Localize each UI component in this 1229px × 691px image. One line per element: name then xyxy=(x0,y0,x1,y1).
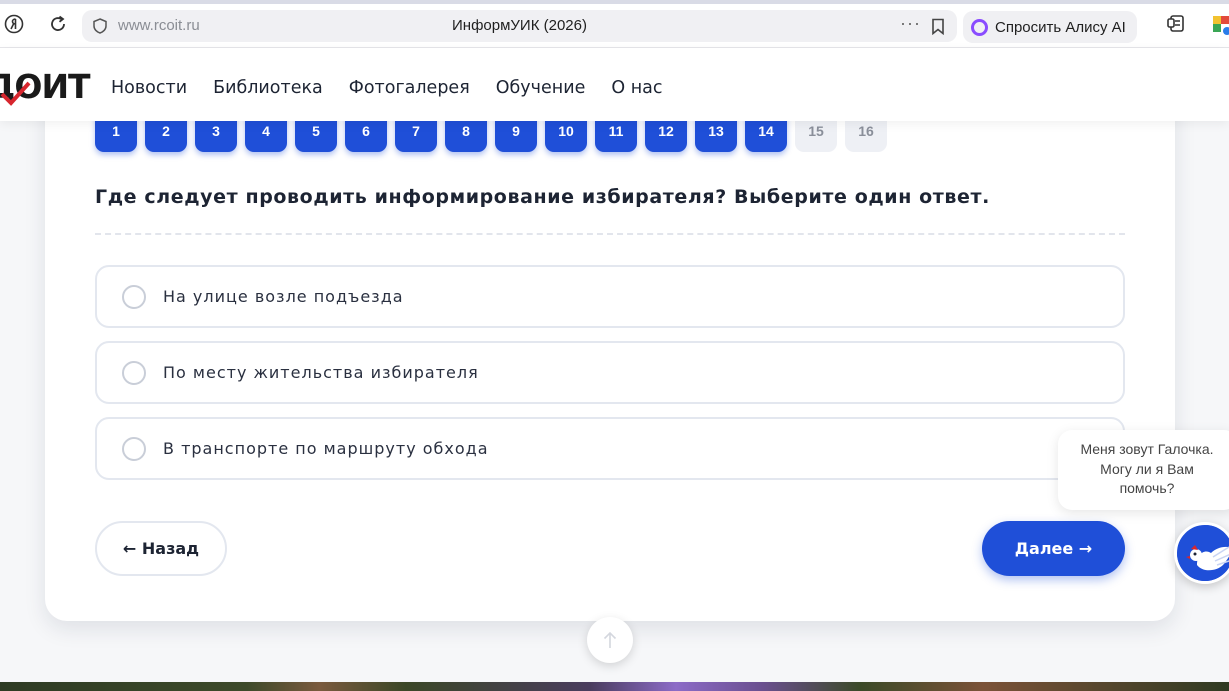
browser-toolbar: www.rcoit.ru ИнформУИК (2026) ··· Спроси… xyxy=(0,0,1229,48)
more-icon[interactable]: ··· xyxy=(900,13,921,34)
assistant-message-line: Могу ли я Вам xyxy=(1100,460,1194,477)
arrow-up-icon xyxy=(603,631,617,648)
answer-option[interactable]: По месту жительства избирателя xyxy=(95,341,1125,404)
nav-item-news[interactable]: Новости xyxy=(111,78,187,98)
back-button[interactable]: ← Назад xyxy=(95,521,227,576)
assistant-message-line: Меня зовут Галочка. xyxy=(1080,441,1214,457)
site-header: ДОИТ Новости Библиотека Фотогалерея Обуч… xyxy=(0,48,1229,121)
answer-option-label: На улице возле подъезда xyxy=(163,287,404,306)
ask-alice-button[interactable]: Спросить Алису AI xyxy=(963,11,1137,43)
bookmark-icon[interactable] xyxy=(930,18,946,35)
main-nav: Новости Библиотека Фотогалерея Обучение … xyxy=(111,78,688,98)
next-button[interactable]: Далее → xyxy=(982,521,1125,576)
address-bar[interactable]: www.rcoit.ru ИнформУИК (2026) ··· xyxy=(82,10,957,42)
nav-item-gallery[interactable]: Фотогалерея xyxy=(349,78,470,98)
answer-option-label: По месту жительства избирателя xyxy=(163,363,479,382)
extension-icon[interactable] xyxy=(1209,12,1229,36)
alice-icon xyxy=(971,18,988,36)
reload-icon[interactable] xyxy=(46,12,70,36)
answer-option-label: В транспорте по маршруту обхода xyxy=(163,439,489,458)
question-text: Где следует проводить информирование изб… xyxy=(95,186,990,208)
bird-mascot-icon xyxy=(1177,525,1229,581)
nav-item-library[interactable]: Библиотека xyxy=(213,78,323,98)
radio-button[interactable] xyxy=(122,437,146,461)
tab-title: ИнформУИК (2026) xyxy=(452,17,587,34)
quiz-card: 1 2 3 4 5 6 7 8 9 10 11 12 13 14 15 16 Г… xyxy=(45,80,1175,621)
nav-item-training[interactable]: Обучение xyxy=(496,78,586,98)
assistant-message: Меня зовут Галочка. Могу ли я Вам помочь… xyxy=(1058,430,1229,510)
yandex-icon[interactable] xyxy=(2,12,26,36)
scroll-top-button[interactable] xyxy=(587,617,633,663)
radio-button[interactable] xyxy=(122,285,146,309)
collections-icon[interactable] xyxy=(1165,12,1189,36)
answer-option[interactable]: На улице возле подъезда xyxy=(95,265,1125,328)
divider xyxy=(95,233,1125,235)
checkmark-icon xyxy=(0,81,31,106)
answer-option[interactable]: В транспорте по маршруту обхода xyxy=(95,417,1125,480)
site-logo[interactable]: ДОИТ xyxy=(0,67,91,106)
assistant-message-line: помочь? xyxy=(1119,480,1175,496)
nav-item-about[interactable]: О нас xyxy=(611,78,662,98)
footer-photo xyxy=(0,682,1229,691)
radio-button[interactable] xyxy=(122,361,146,385)
ask-alice-label: Спросить Алису AI xyxy=(995,18,1126,36)
assistant-button[interactable] xyxy=(1174,522,1229,584)
